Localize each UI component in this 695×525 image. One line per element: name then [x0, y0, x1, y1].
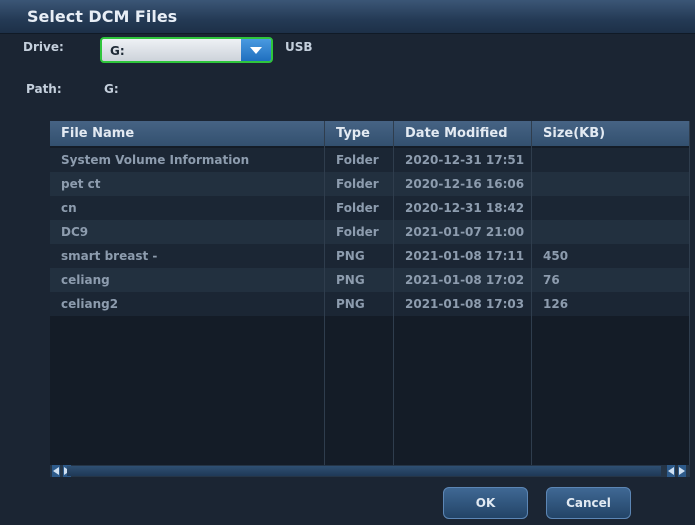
dialog-title: Select DCM Files — [27, 7, 178, 26]
cell-type: PNG — [336, 249, 365, 263]
ok-button[interactable]: OK — [443, 487, 528, 519]
table-row[interactable]: System Volume Information Folder 2020-12… — [50, 148, 690, 172]
cell-file-name: cn — [61, 201, 77, 215]
table-row[interactable]: pet ct Folder 2020-12-16 16:06 — [50, 172, 690, 196]
cell-size: 450 — [543, 249, 569, 263]
dropdown-arrow-button[interactable] — [241, 39, 271, 61]
cell-date: 2021-01-07 21:00 — [405, 225, 525, 239]
column-header-date-modified[interactable]: Date Modified — [394, 121, 531, 146]
drive-label: Drive: — [23, 40, 64, 54]
cell-size — [532, 148, 690, 172]
cell-file-name: celiang — [61, 273, 110, 287]
dialog-titlebar: Select DCM Files — [0, 0, 695, 34]
arrow-left-icon — [53, 467, 59, 475]
scroll-right-button-end[interactable] — [678, 465, 686, 477]
cancel-button[interactable]: Cancel — [546, 487, 631, 519]
column-divider — [324, 121, 325, 465]
scroll-left-button[interactable] — [52, 465, 60, 477]
scrollbar-track[interactable] — [67, 466, 661, 476]
cell-type: Folder — [336, 177, 379, 191]
cell-size — [532, 172, 690, 196]
table-header: File Name Type Date Modified Size(KB) — [50, 121, 690, 146]
cell-size — [532, 220, 690, 244]
cell-file-name: celiang2 — [61, 297, 119, 311]
table-row[interactable]: DC9 Folder 2021-01-07 21:00 — [50, 220, 690, 244]
cell-size: 126 — [543, 297, 569, 311]
cell-date: 2021-01-08 17:02 — [405, 273, 525, 287]
table-row[interactable]: cn Folder 2020-12-31 18:42 — [50, 196, 690, 220]
cell-size — [532, 196, 690, 220]
cell-date: 2021-01-08 17:03 — [405, 297, 525, 311]
cell-type: Folder — [336, 225, 379, 239]
drive-type-label: USB — [285, 40, 313, 54]
column-divider — [689, 121, 690, 465]
cell-date: 2020-12-31 18:42 — [405, 201, 525, 215]
cell-type: Folder — [336, 153, 379, 167]
cell-file-name: System Volume Information — [61, 153, 250, 167]
arrow-left-icon — [668, 467, 674, 475]
column-divider — [393, 121, 394, 465]
path-value: G: — [104, 82, 119, 96]
cell-date: 2021-01-08 17:11 — [405, 249, 525, 263]
cell-file-name: DC9 — [61, 225, 89, 239]
table-row[interactable]: celiang2 PNG 2021-01-08 17:03 126 — [50, 292, 690, 316]
cell-file-name: smart breast - — [61, 249, 158, 263]
drive-value: G: — [110, 44, 125, 58]
table-row[interactable]: smart breast - PNG 2021-01-08 17:11 450 — [50, 244, 690, 268]
drive-dropdown[interactable]: G: — [100, 37, 273, 63]
chevron-down-icon — [250, 47, 262, 54]
horizontal-scrollbar[interactable] — [50, 465, 690, 477]
file-table: File Name Type Date Modified Size(KB) Sy… — [50, 121, 690, 465]
cell-file-name: pet ct — [61, 177, 101, 191]
cell-date: 2020-12-16 16:06 — [405, 177, 525, 191]
cell-size: 76 — [543, 273, 560, 287]
cell-type: PNG — [336, 273, 365, 287]
table-row[interactable]: celiang PNG 2021-01-08 17:02 76 — [50, 268, 690, 292]
column-header-file-name[interactable]: File Name — [50, 121, 324, 146]
column-header-size[interactable]: Size(KB) — [532, 121, 690, 146]
scroll-left-button-end[interactable] — [667, 465, 675, 477]
cell-type: Folder — [336, 201, 379, 215]
column-header-type[interactable]: Type — [325, 121, 393, 146]
path-label: Path: — [26, 82, 62, 96]
column-divider — [531, 121, 532, 465]
arrow-right-icon — [679, 467, 685, 475]
cell-type: PNG — [336, 297, 365, 311]
cell-date: 2020-12-31 17:51 — [405, 153, 525, 167]
